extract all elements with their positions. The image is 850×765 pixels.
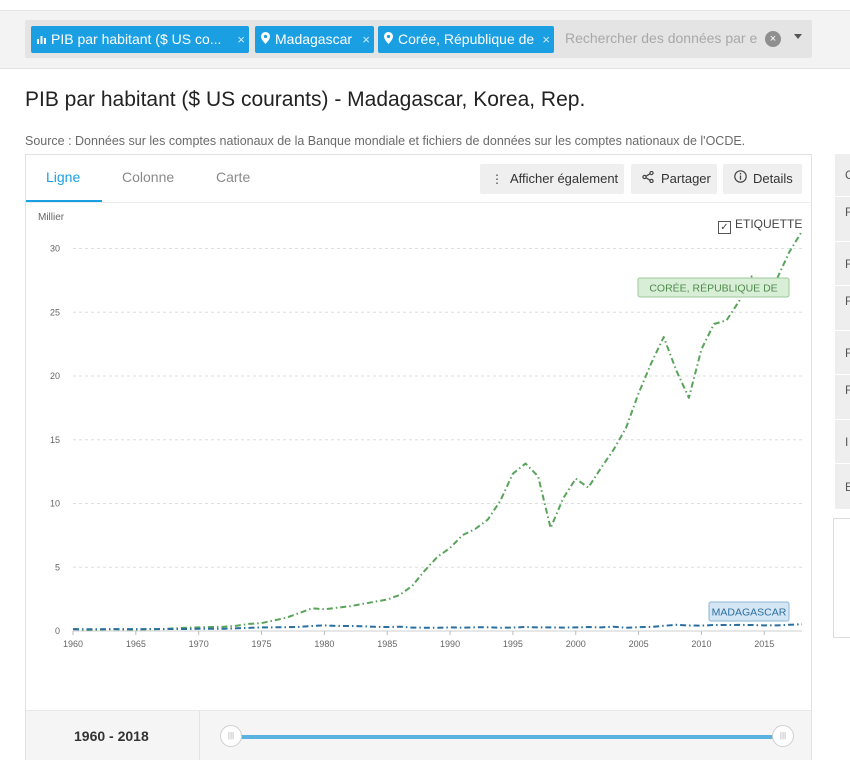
y-tick-label: 30 (50, 244, 60, 254)
range-separator: - (105, 728, 118, 744)
side-item[interactable]: F (835, 375, 850, 420)
details-button[interactable]: Details (723, 164, 802, 194)
x-tick-label: 1960 (63, 639, 83, 649)
remove-indicator-icon[interactable]: × (237, 26, 245, 53)
x-axis-ticks: 1960 1965 1970 1975 1980 1985 1990 1995 2000 2005… (63, 631, 774, 649)
more-vertical-icon: ⋮ (491, 172, 503, 186)
remove-korea-icon[interactable]: × (542, 26, 550, 53)
chart-grid (73, 248, 802, 632)
x-tick-label: 1980 (314, 639, 334, 649)
y-tick-label: 20 (50, 371, 60, 381)
x-tick-label: 1990 (440, 639, 460, 649)
chevron-down-icon[interactable] (794, 34, 802, 39)
korea-label-text: CORÉE, RÉPUBLIQUE DE (649, 282, 777, 295)
y-tick-label: 25 (50, 307, 60, 317)
location-pin-icon (384, 28, 396, 53)
madagascar-series-line (73, 623, 803, 631)
side-item[interactable]: E (835, 464, 850, 510)
page-title: PIB par habitant ($ US courants) - Madag… (25, 88, 586, 111)
madagascar-label: MADAGASCAR (708, 601, 790, 622)
also-show-button[interactable]: ⋮ Afficher également (480, 164, 624, 194)
bar-chart-icon (37, 28, 49, 53)
side-item[interactable]: F (835, 331, 850, 375)
line-chart: 0 5 10 15 20 25 30 1960 1965 1970 1975 1980 1985 199… (50, 230, 803, 649)
y-tick-label: 0 (55, 626, 60, 636)
korea-label: CORÉE, RÉPUBLIQUE DE (637, 277, 790, 298)
also-show-label: Afficher également (510, 171, 619, 186)
x-tick-label: 2000 (566, 639, 586, 649)
chart-area: 0 5 10 15 20 25 30 1960 1965 1970 1975 1980 1985 199… (26, 203, 811, 708)
range-end: 2018 (117, 728, 149, 744)
share-icon (641, 164, 655, 194)
side-item[interactable]: I (835, 420, 850, 464)
slider-end-handle[interactable]: ||| (772, 725, 794, 747)
top-navigation-strip (0, 0, 850, 11)
x-tick-label: 1965 (126, 639, 146, 649)
time-range-footer: 1960 - 2018 ||| ||| (26, 710, 811, 760)
x-tick-label: 2005 (629, 639, 649, 649)
madagascar-label-text: MADAGASCAR (712, 607, 787, 619)
x-tick-label: 2015 (754, 639, 774, 649)
chip-indicator[interactable]: PIB par habitant ($ US co... × (31, 26, 249, 53)
chip-indicator-label: PIB par habitant ($ US co... (51, 31, 222, 47)
share-label: Partager (661, 171, 711, 186)
chip-madagascar[interactable]: Madagascar × (255, 26, 374, 53)
remove-madagascar-icon[interactable]: × (362, 26, 370, 53)
active-tab-indicator (26, 200, 102, 202)
slider-start-handle[interactable]: ||| (220, 725, 242, 747)
filter-bar: PIB par habitant ($ US co... × Madagasca… (25, 20, 812, 58)
range-start: 1960 (74, 728, 106, 744)
clear-search-icon[interactable]: × (765, 31, 781, 47)
tab-column[interactable]: Colonne (122, 169, 174, 185)
side-item[interactable]: C (835, 154, 850, 197)
location-pin-icon (261, 28, 273, 53)
chip-madagascar-label: Madagascar (275, 31, 353, 47)
share-button[interactable]: Partager (631, 164, 717, 194)
series-labels: CORÉE, RÉPUBLIQUE DE MADAGASCAR (637, 277, 790, 622)
year-range-slider[interactable] (231, 735, 784, 739)
details-label: Details (753, 171, 793, 186)
side-item[interactable]: F (835, 242, 850, 286)
tab-map[interactable]: Carte (216, 169, 250, 185)
year-range: 1960 - 2018 (74, 728, 149, 744)
x-tick-label: 1975 (252, 639, 272, 649)
y-axis-ticks: 0 5 10 15 20 25 30 (50, 244, 60, 637)
side-item[interactable]: F (835, 286, 850, 331)
search-input[interactable]: Rechercher des données par e (565, 30, 765, 46)
x-tick-label: 1985 (377, 639, 397, 649)
chart-panel: Ligne Colonne Carte ⋮ Afficher également … (25, 154, 812, 760)
x-tick-label: 1970 (189, 639, 209, 649)
y-tick-label: 5 (55, 562, 60, 572)
side-item[interactable]: F (835, 197, 850, 242)
source-note: Source : Données sur les comptes nationa… (25, 134, 746, 148)
y-tick-label: 15 (50, 435, 60, 445)
y-tick-label: 10 (50, 499, 60, 509)
x-tick-label: 1995 (503, 639, 523, 649)
chip-korea[interactable]: Corée, République de × (378, 26, 554, 53)
chip-korea-label: Corée, République de (398, 31, 535, 47)
x-tick-label: 2010 (691, 639, 711, 649)
tab-line[interactable]: Ligne (46, 169, 80, 185)
right-side-panel: C F F F F F I E (835, 154, 850, 510)
footer-divider (199, 711, 200, 760)
info-icon (733, 164, 747, 194)
right-side-card (833, 518, 850, 638)
